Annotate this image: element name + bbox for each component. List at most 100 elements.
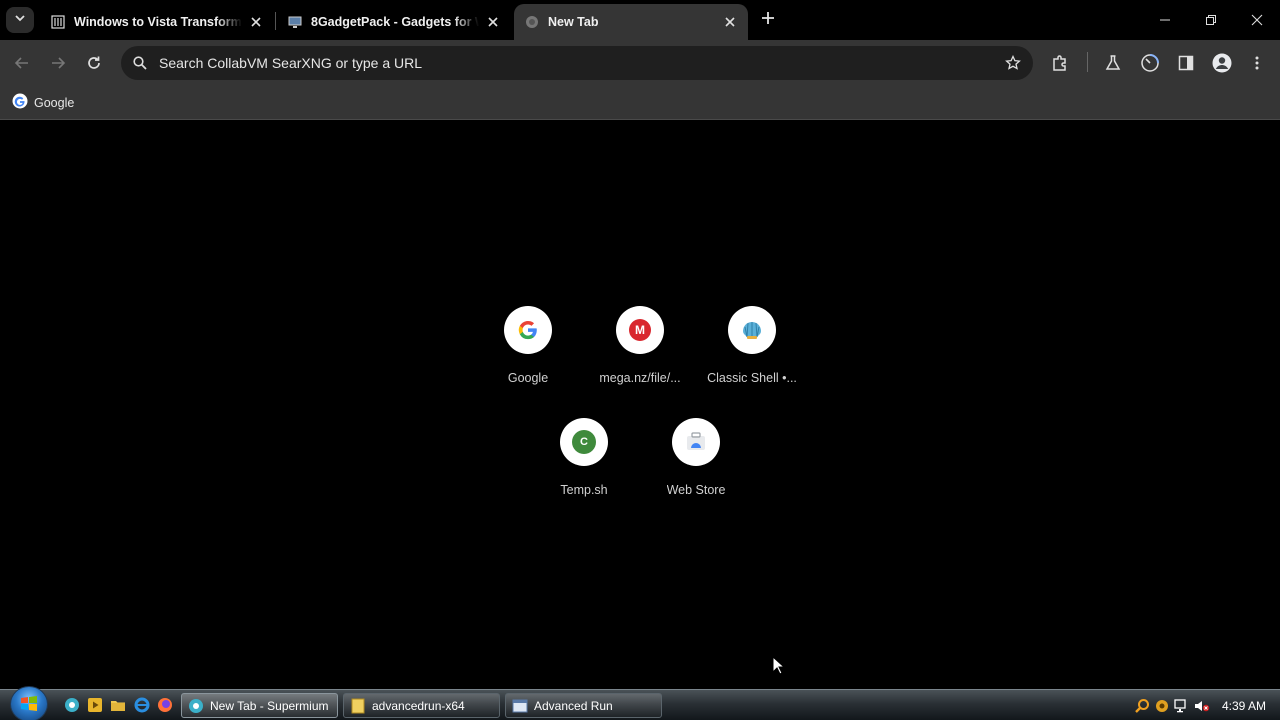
shortcut-icon bbox=[504, 306, 552, 354]
tab-new-tab[interactable]: New Tab bbox=[514, 4, 748, 40]
tab-search-button[interactable] bbox=[6, 7, 34, 33]
folder-icon bbox=[350, 698, 366, 714]
mouse-cursor-icon bbox=[772, 655, 786, 681]
restore-icon bbox=[1206, 15, 1216, 25]
side-panel-icon bbox=[1178, 55, 1194, 71]
new-tab-button[interactable] bbox=[756, 8, 780, 32]
taskbar: New Tab - Supermium advancedrun-x64 Adva… bbox=[0, 686, 1280, 720]
close-icon bbox=[1251, 14, 1263, 26]
search-icon[interactable] bbox=[1132, 696, 1152, 716]
tab-divider bbox=[275, 12, 276, 30]
address-bar[interactable]: Search CollabVM SearXNG or type a URL bbox=[121, 46, 1033, 80]
google-icon bbox=[12, 93, 28, 114]
reload-button[interactable] bbox=[82, 51, 106, 75]
window-controls bbox=[1142, 0, 1280, 40]
toolbar-divider bbox=[1087, 52, 1088, 72]
new-tab-page: Google M mega.nz/file/... Classic Shell … bbox=[0, 121, 1280, 689]
shortcut-icon bbox=[728, 306, 776, 354]
firefox-icon bbox=[158, 698, 172, 712]
shortcut-google[interactable]: Google bbox=[472, 298, 584, 398]
minimize-button[interactable] bbox=[1142, 0, 1188, 40]
tab-title: New Tab bbox=[548, 15, 599, 29]
profile-button[interactable] bbox=[1210, 51, 1234, 75]
quicklaunch-ie[interactable] bbox=[133, 696, 151, 714]
mega-icon: M bbox=[629, 319, 651, 341]
taskbar-button-supermium[interactable]: New Tab - Supermium bbox=[181, 693, 338, 718]
quicklaunch-supermium[interactable] bbox=[63, 696, 81, 714]
chevron-down-icon bbox=[14, 11, 26, 29]
plus-icon bbox=[761, 11, 775, 30]
windows-logo-icon bbox=[21, 696, 37, 711]
kebab-menu-icon bbox=[1255, 56, 1259, 70]
system-tray: 4:39 AM bbox=[1132, 690, 1280, 720]
taskbar-button-advancedrun-folder[interactable]: advancedrun-x64 bbox=[343, 693, 500, 718]
taskbar-button-label: advancedrun-x64 bbox=[372, 698, 465, 713]
close-icon[interactable] bbox=[485, 14, 501, 30]
back-button[interactable] bbox=[10, 51, 34, 75]
screen: Windows to Vista Transformation 8GadgetP… bbox=[0, 0, 1280, 720]
shortcut-temp-sh[interactable]: C Temp.sh bbox=[528, 410, 640, 510]
shortcut-icon: M bbox=[616, 306, 664, 354]
internet-explorer-icon bbox=[134, 697, 150, 713]
forward-button[interactable] bbox=[46, 51, 70, 75]
taskbar-button-advanced-run[interactable]: Advanced Run bbox=[505, 693, 662, 718]
shortcut-classic-shell[interactable]: Classic Shell •... bbox=[696, 298, 808, 398]
restore-button[interactable] bbox=[1188, 0, 1234, 40]
side-panel-button[interactable] bbox=[1174, 51, 1198, 75]
shortcut-icon bbox=[672, 418, 720, 466]
extensions-button[interactable] bbox=[1048, 51, 1072, 75]
close-icon[interactable] bbox=[248, 14, 264, 30]
clock[interactable]: 4:39 AM bbox=[1222, 699, 1266, 713]
window-close-button[interactable] bbox=[1234, 0, 1280, 40]
address-placeholder: Search CollabVM SearXNG or type a URL bbox=[159, 55, 422, 71]
google-icon bbox=[518, 320, 537, 340]
puzzle-icon bbox=[1053, 55, 1066, 71]
bookmark-google[interactable]: Google bbox=[8, 91, 78, 115]
shortcut-mega[interactable]: M mega.nz/file/... bbox=[584, 298, 696, 398]
globe-icon bbox=[524, 14, 540, 30]
minimize-icon bbox=[1160, 19, 1170, 21]
tab-title: Windows to Vista Transformation bbox=[74, 15, 242, 29]
web-store-icon bbox=[687, 432, 705, 450]
search-icon bbox=[123, 56, 157, 70]
performance-button[interactable] bbox=[1138, 51, 1162, 75]
notification-icon[interactable] bbox=[1152, 696, 1172, 716]
start-button[interactable] bbox=[10, 686, 48, 720]
bookmark-star-icon[interactable] bbox=[993, 55, 1033, 71]
monitor-icon bbox=[287, 14, 303, 30]
quicklaunch-media[interactable] bbox=[86, 696, 104, 714]
close-icon[interactable] bbox=[722, 14, 738, 30]
mega-letter: M bbox=[635, 323, 645, 337]
menu-button[interactable] bbox=[1245, 51, 1269, 75]
quicklaunch-explorer[interactable] bbox=[109, 696, 127, 714]
bookmark-label: Google bbox=[34, 96, 75, 110]
back-arrow-icon bbox=[14, 57, 28, 69]
shortcut-label: Temp.sh bbox=[560, 483, 608, 497]
tab-8gadgetpack[interactable]: 8GadgetPack - Gadgets for Windows bbox=[277, 4, 511, 40]
tab-title: 8GadgetPack - Gadgets for Windows bbox=[311, 15, 479, 29]
tab-windows-to-vista[interactable]: Windows to Vista Transformation bbox=[40, 4, 274, 40]
network-icon[interactable] bbox=[1172, 696, 1192, 716]
page-icon bbox=[50, 14, 66, 30]
tab-strip: Windows to Vista Transformation 8GadgetP… bbox=[0, 0, 1280, 40]
taskbar-button-label: New Tab - Supermium bbox=[210, 698, 329, 713]
forward-arrow-icon bbox=[52, 57, 66, 69]
quicklaunch-firefox[interactable] bbox=[156, 696, 174, 714]
shortcut-icon: C bbox=[560, 418, 608, 466]
media-player-icon bbox=[88, 698, 102, 712]
labs-button[interactable] bbox=[1101, 51, 1125, 75]
volume-muted-icon[interactable] bbox=[1192, 696, 1212, 716]
seashell-icon bbox=[743, 322, 761, 339]
toolbar: Search CollabVM SearXNG or type a URL bbox=[0, 40, 1280, 86]
taskbar-button-label: Advanced Run bbox=[534, 698, 613, 713]
flask-icon bbox=[1105, 55, 1121, 70]
bookmarks-bar: Google bbox=[0, 86, 1280, 120]
temp-letter: C bbox=[580, 436, 588, 448]
browser-icon bbox=[188, 698, 204, 714]
speedometer-icon bbox=[1141, 54, 1159, 72]
shortcut-web-store[interactable]: Web Store bbox=[640, 410, 752, 510]
reload-icon bbox=[88, 56, 100, 69]
browser-icon bbox=[65, 698, 79, 712]
shortcut-label: mega.nz/file/... bbox=[599, 371, 681, 385]
letter-c-icon: C bbox=[572, 430, 596, 454]
